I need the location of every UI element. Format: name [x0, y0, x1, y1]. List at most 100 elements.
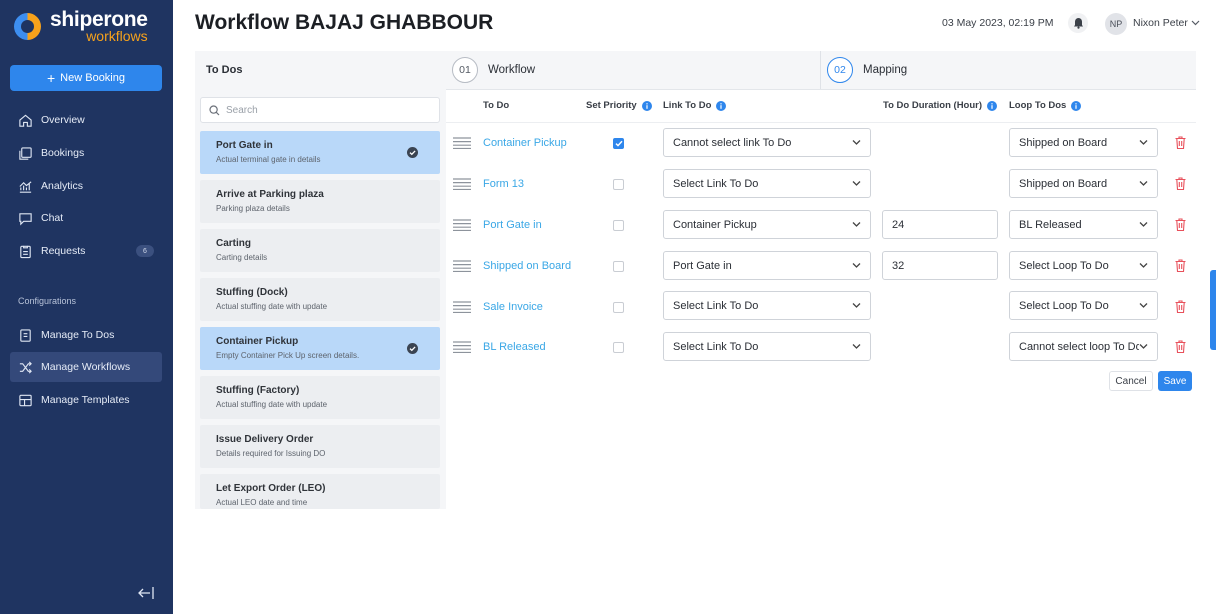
todo-name-link[interactable]: BL Released — [483, 341, 546, 353]
chevron-down-icon — [1139, 221, 1148, 228]
drag-handle-icon[interactable] — [453, 341, 471, 353]
info-icon[interactable] — [1071, 100, 1082, 111]
delete-icon[interactable] — [1175, 177, 1186, 190]
todo-card[interactable]: Port Gate in Actual terminal gate in det… — [200, 131, 440, 174]
brand-logo[interactable]: shiperone workflows — [14, 7, 148, 45]
manage-todos-icon — [20, 328, 31, 342]
todo-card[interactable]: Issue Delivery Order Details required fo… — [200, 425, 440, 468]
duration-input[interactable]: 24 — [882, 210, 998, 239]
link-todo-select[interactable]: Port Gate in — [663, 251, 871, 280]
sidebar-item-manage-templates[interactable]: Manage Templates — [10, 385, 162, 415]
priority-checkbox[interactable] — [613, 220, 624, 231]
collapse-sidebar-icon[interactable] — [137, 585, 155, 601]
delete-icon[interactable] — [1175, 300, 1186, 313]
column-header-label: Link To Do — [663, 100, 712, 111]
todos-panel: To Dos Port Gate in Actual terminal gate… — [195, 51, 446, 509]
select-value: Select Link To Do — [673, 299, 759, 312]
table-row: Shipped on Board Port Gate in 32 Select … — [446, 246, 1196, 286]
todo-name-link[interactable]: Shipped on Board — [483, 260, 571, 272]
column-header-duration: To Do Duration (Hour) — [883, 100, 998, 111]
user-menu[interactable]: Nixon Peter — [1133, 17, 1200, 29]
sidebar-item-chat[interactable]: Chat — [10, 203, 162, 233]
table-row: Port Gate in Container Pickup 24 BL Rele… — [446, 205, 1196, 245]
todo-card[interactable]: Stuffing (Dock) Actual stuffing date wit… — [200, 278, 440, 321]
priority-checkbox[interactable] — [613, 261, 624, 272]
todo-card-desc: Parking plaza details — [216, 204, 290, 213]
todo-card[interactable]: Container Pickup Empty Container Pick Up… — [200, 327, 440, 370]
new-booking-button[interactable]: + New Booking — [10, 65, 162, 91]
sidebar-item-manage-workflows[interactable]: Manage Workflows — [10, 352, 162, 382]
link-todo-select[interactable]: Select Link To Do — [663, 169, 871, 198]
chevron-down-icon — [852, 139, 861, 146]
loop-todo-select[interactable]: Shipped on Board — [1009, 128, 1158, 157]
todos-heading: To Dos — [206, 64, 243, 76]
bookings-icon — [19, 146, 32, 160]
todo-name-link[interactable]: Container Pickup — [483, 137, 567, 149]
priority-checkbox[interactable] — [613, 138, 624, 149]
cancel-button[interactable]: Cancel — [1109, 371, 1153, 391]
delete-icon[interactable] — [1175, 340, 1186, 353]
sidebar-item-manage-todos[interactable]: Manage To Dos — [10, 320, 162, 350]
todo-card[interactable]: Let Export Order (LEO) Actual LEO date a… — [200, 474, 440, 509]
chevron-down-icon — [1191, 20, 1200, 26]
step-number: 02 — [827, 57, 853, 83]
drag-handle-icon[interactable] — [453, 260, 471, 272]
priority-checkbox[interactable] — [613, 342, 624, 353]
loop-todo-select[interactable]: Select Loop To Do — [1009, 251, 1158, 280]
priority-checkbox[interactable] — [613, 302, 624, 313]
column-header-label: Loop To Dos — [1009, 100, 1067, 111]
column-header-label: Set Priority — [586, 100, 637, 111]
column-header-label: To Do — [483, 100, 510, 111]
link-todo-select[interactable]: Select Link To Do — [663, 291, 871, 320]
delete-icon[interactable] — [1175, 218, 1186, 231]
select-value: BL Released — [1019, 218, 1082, 231]
duration-value: 24 — [892, 218, 905, 231]
sidebar: shiperone workflows + New Booking Overvi… — [0, 0, 173, 614]
link-todo-select[interactable]: Container Pickup — [663, 210, 871, 239]
drag-handle-icon[interactable] — [453, 219, 471, 231]
chat-icon — [19, 212, 32, 225]
info-icon[interactable] — [641, 100, 652, 111]
sidebar-item-requests[interactable]: Requests 6 — [10, 236, 162, 266]
link-todo-select[interactable]: Select Link To Do — [663, 332, 871, 361]
check-circle-icon — [407, 343, 418, 354]
duration-input[interactable]: 32 — [882, 251, 998, 280]
loop-todo-select[interactable]: BL Released — [1009, 210, 1158, 239]
todo-name-link[interactable]: Port Gate in — [483, 219, 542, 231]
link-todo-select[interactable]: Cannot select link To Do — [663, 128, 871, 157]
loop-todo-select[interactable]: Shipped on Board — [1009, 169, 1158, 198]
todo-name-link[interactable]: Form 13 — [483, 178, 524, 190]
avatar[interactable]: NP — [1105, 13, 1127, 35]
todo-name-link[interactable]: Sale Invoice — [483, 301, 543, 313]
sidebar-item-label: Manage To Dos — [41, 329, 115, 341]
todo-card[interactable]: Arrive at Parking plaza Parking plaza de… — [200, 180, 440, 223]
sidebar-item-overview[interactable]: Overview — [10, 105, 162, 135]
loop-todo-select[interactable]: Cannot select loop To Do — [1009, 332, 1158, 361]
info-icon[interactable] — [716, 100, 727, 111]
chevron-down-icon — [1139, 180, 1148, 187]
feedback-tab[interactable] — [1210, 270, 1216, 350]
sidebar-item-bookings[interactable]: Bookings — [10, 138, 162, 168]
notifications-button[interactable] — [1068, 13, 1088, 33]
step-mapping[interactable]: 02 Mapping — [827, 51, 907, 89]
search-input[interactable] — [226, 104, 426, 116]
save-button[interactable]: Save — [1158, 371, 1192, 391]
drag-handle-icon[interactable] — [453, 137, 471, 149]
todo-card[interactable]: Carting Carting details — [200, 229, 440, 272]
chevron-down-icon — [852, 262, 861, 269]
info-icon[interactable] — [987, 100, 998, 111]
drag-handle-icon[interactable] — [453, 178, 471, 190]
drag-handle-icon[interactable] — [453, 301, 471, 313]
delete-icon[interactable] — [1175, 136, 1186, 149]
priority-checkbox[interactable] — [613, 179, 624, 190]
column-header-loop: Loop To Dos — [1009, 100, 1082, 111]
todos-search[interactable] — [200, 97, 440, 123]
logo-icon — [14, 12, 41, 40]
templates-icon — [19, 394, 32, 406]
sidebar-item-analytics[interactable]: Analytics — [10, 171, 162, 201]
step-workflow[interactable]: 01 Workflow — [452, 51, 535, 89]
loop-todo-select[interactable]: Select Loop To Do — [1009, 291, 1158, 320]
todo-card[interactable]: Stuffing (Factory) Actual stuffing date … — [200, 376, 440, 419]
delete-icon[interactable] — [1175, 259, 1186, 272]
brand-name: shiperone — [50, 8, 148, 31]
